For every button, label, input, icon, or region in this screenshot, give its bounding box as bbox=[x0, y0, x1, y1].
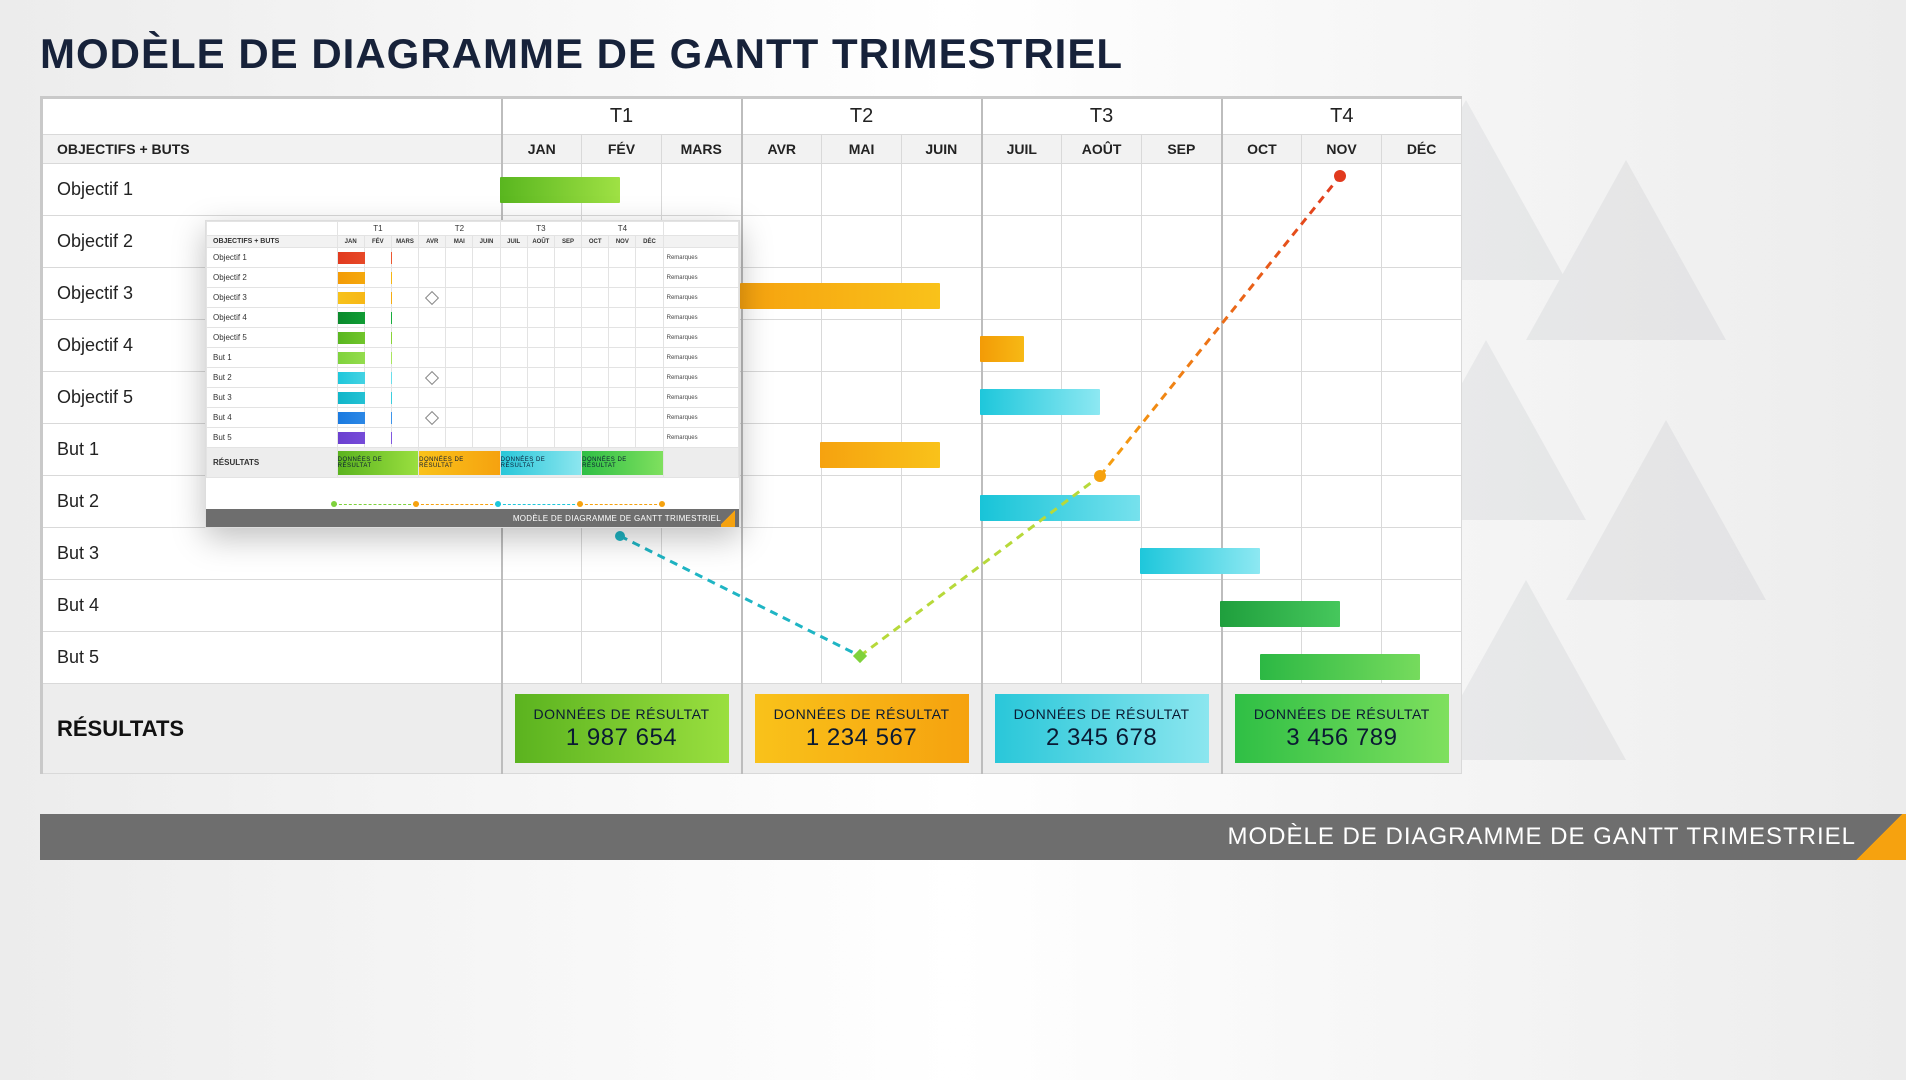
month-aout: AOÛT bbox=[1062, 135, 1142, 164]
result-caption: DONNÉES DE RÉSULTAT bbox=[1014, 706, 1190, 722]
objectives-header: OBJECTIFS + BUTS bbox=[42, 135, 502, 164]
result-t3: DONNÉES DE RÉSULTAT 2 345 678 bbox=[982, 684, 1222, 774]
month-juin: JUIN bbox=[902, 135, 982, 164]
month-juil: JUIL bbox=[982, 135, 1062, 164]
page: MODÈLE DE DIAGRAMME DE GANTT TRIMESTRIEL… bbox=[0, 0, 1906, 1080]
quarter-t2: T2 bbox=[742, 98, 982, 135]
quarter-t1: T1 bbox=[502, 98, 742, 135]
month-fev: FÉV bbox=[582, 135, 662, 164]
result-t2: DONNÉES DE RÉSULTAT 1 234 567 bbox=[742, 684, 982, 774]
results-label: RÉSULTATS bbox=[42, 684, 502, 774]
result-t1: DONNÉES DE RÉSULTAT 1 987 654 bbox=[502, 684, 742, 774]
result-caption: DONNÉES DE RÉSULTAT bbox=[1254, 706, 1430, 722]
row-objectif-1: Objectif 1 bbox=[42, 164, 502, 216]
row-but-4: But 4 bbox=[42, 580, 502, 632]
month-avr: AVR bbox=[742, 135, 822, 164]
month-mars: MARS bbox=[662, 135, 742, 164]
result-t1-value: 1 987 654 bbox=[566, 724, 677, 752]
footer-title: MODÈLE DE DIAGRAMME DE GANTT TRIMESTRIEL bbox=[1227, 814, 1856, 860]
result-t4-value: 3 456 789 bbox=[1286, 724, 1397, 752]
footer-accent-icon bbox=[1856, 814, 1906, 860]
month-dec: DÉC bbox=[1382, 135, 1462, 164]
inset-footer: MODÈLE DE DIAGRAMME DE GANTT TRIMESTRIEL bbox=[206, 509, 739, 527]
result-t2-value: 1 234 567 bbox=[806, 724, 917, 752]
page-title: MODÈLE DE DIAGRAMME DE GANTT TRIMESTRIEL bbox=[40, 30, 1866, 78]
result-caption: DONNÉES DE RÉSULTAT bbox=[534, 706, 710, 722]
result-t4: DONNÉES DE RÉSULTAT 3 456 789 bbox=[1222, 684, 1462, 774]
thumbnail-preview: T1 T2 T3 T4 OBJECTIFS + BUTS JAN FÉV MAR… bbox=[205, 220, 740, 528]
month-mai: MAI bbox=[822, 135, 902, 164]
result-caption: DONNÉES DE RÉSULTAT bbox=[774, 706, 950, 722]
month-jan: JAN bbox=[502, 135, 582, 164]
result-t3-value: 2 345 678 bbox=[1046, 724, 1157, 752]
row-but-5: But 5 bbox=[42, 632, 502, 684]
quarter-t3: T3 bbox=[982, 98, 1222, 135]
month-sep: SEP bbox=[1142, 135, 1222, 164]
month-nov: NOV bbox=[1302, 135, 1382, 164]
month-oct: OCT bbox=[1222, 135, 1302, 164]
quarter-t4: T4 bbox=[1222, 98, 1462, 135]
row-but-3: But 3 bbox=[42, 528, 502, 580]
footer-bar: MODÈLE DE DIAGRAMME DE GANTT TRIMESTRIEL bbox=[40, 814, 1906, 860]
